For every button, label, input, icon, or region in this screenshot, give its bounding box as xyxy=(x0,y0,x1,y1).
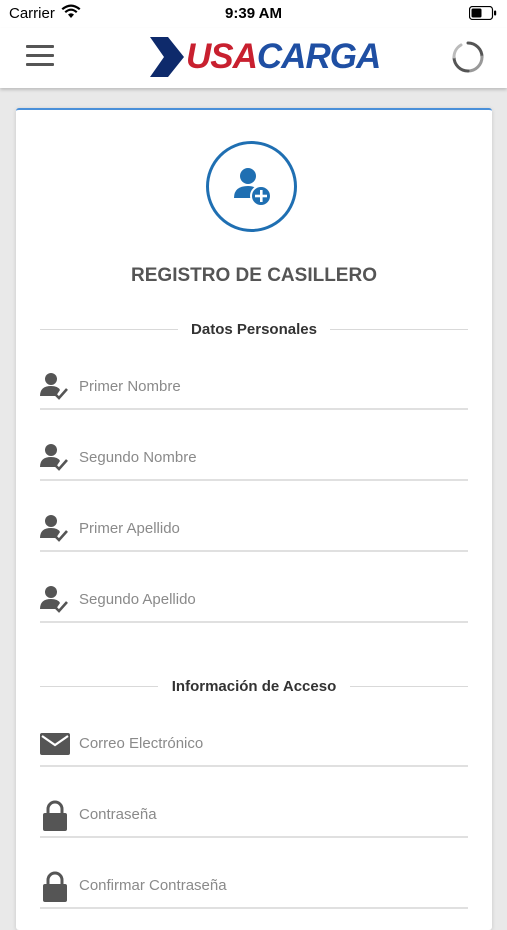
logo-carga-text: CARGA xyxy=(256,37,381,76)
hamburger-menu-icon[interactable] xyxy=(26,45,54,69)
second-surname-field[interactable]: Segundo Apellido xyxy=(40,581,468,623)
second-surname-placeholder: Segundo Apellido xyxy=(79,591,196,608)
page-title: REGISTRO DE CASILLERO xyxy=(131,265,377,286)
confirm-password-field[interactable]: Confirmar Contraseña xyxy=(40,867,468,909)
envelope-icon xyxy=(40,729,70,759)
password-field[interactable]: Contraseña xyxy=(40,796,468,838)
first-name-field[interactable]: Primer Nombre xyxy=(40,368,468,410)
password-placeholder: Contraseña xyxy=(79,806,157,823)
status-bar: Carrier 9:39 AM xyxy=(0,0,507,28)
logo-chevron-icon xyxy=(150,37,184,77)
second-name-placeholder: Segundo Nombre xyxy=(79,449,197,466)
email-field[interactable]: Correo Electrónico xyxy=(40,725,468,767)
user-check-icon xyxy=(40,585,70,615)
app-header: USACARGA xyxy=(0,28,507,88)
user-check-icon xyxy=(40,443,70,473)
clock: 9:39 AM xyxy=(225,5,282,22)
first-name-placeholder: Primer Nombre xyxy=(79,378,181,395)
first-surname-field[interactable]: Primer Apellido xyxy=(40,510,468,552)
user-check-icon xyxy=(40,514,70,544)
logo-wordmark: USACARGA xyxy=(186,37,381,77)
divider xyxy=(350,686,468,687)
divider xyxy=(330,329,468,330)
section-header-access: Información de Acceso xyxy=(40,676,468,696)
section-header-personal: Datos Personales xyxy=(40,319,468,339)
user-check-icon xyxy=(40,372,70,402)
refresh-icon[interactable] xyxy=(451,40,485,74)
lock-icon xyxy=(40,800,70,831)
second-name-field[interactable]: Segundo Nombre xyxy=(40,439,468,481)
battery-icon xyxy=(468,5,497,24)
registration-card: REGISTRO DE CASILLERO Datos Personales P… xyxy=(16,108,492,930)
add-user-icon xyxy=(234,168,272,207)
confirm-password-placeholder: Confirmar Contraseña xyxy=(79,877,227,894)
add-user-avatar xyxy=(206,141,297,232)
logo-usa-text: USA xyxy=(186,37,258,76)
lock-icon xyxy=(40,871,70,902)
first-surname-placeholder: Primer Apellido xyxy=(79,520,180,537)
email-placeholder: Correo Electrónico xyxy=(79,735,204,752)
usacarga-logo: USACARGA xyxy=(148,34,381,80)
